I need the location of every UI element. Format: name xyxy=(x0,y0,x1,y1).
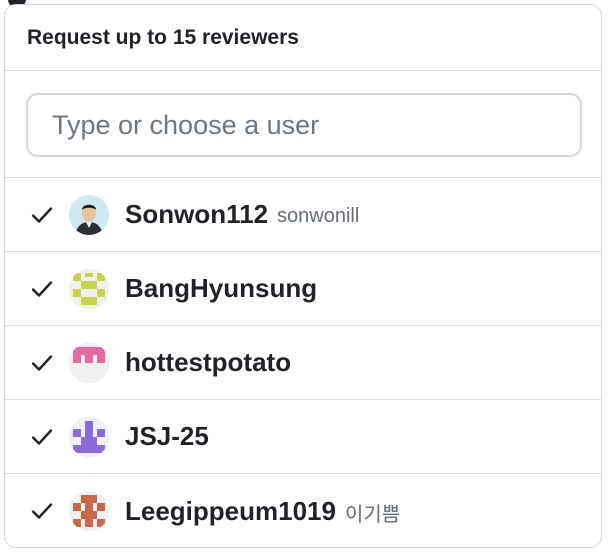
identicon-icon xyxy=(69,416,109,457)
reviewer-item-leegippeum1019[interactable]: Leegippeum1019 이기쁨 xyxy=(5,474,601,547)
reviewer-login: hottestpotato xyxy=(125,347,292,377)
reviewer-login: JSJ-25 xyxy=(125,421,209,451)
check-icon xyxy=(29,424,55,450)
reviewer-item-hottestpotato[interactable]: hottestpotato xyxy=(5,326,601,400)
check-icon xyxy=(29,202,55,228)
reviewer-name: 이기쁨 xyxy=(344,504,401,526)
user-search-input[interactable] xyxy=(26,93,582,157)
popover-title: Request up to 15 reviewers xyxy=(27,25,299,49)
filter-section xyxy=(5,71,601,178)
check-icon xyxy=(29,498,55,524)
reviewer-item-jsj-25[interactable]: JSJ-25 xyxy=(5,400,601,474)
reviewers-popover: Request up to 15 reviewers Sonwon112 son… xyxy=(4,4,602,548)
reviewer-name: sonwonill xyxy=(277,204,360,227)
avatar xyxy=(69,194,109,235)
reviewer-login: Sonwon112 xyxy=(125,199,269,229)
identicon-icon xyxy=(69,342,109,383)
reviewer-item-sonwon112[interactable]: Sonwon112 sonwonill xyxy=(5,178,601,252)
identicon-icon xyxy=(69,268,109,309)
reviewer-list: Sonwon112 sonwonill BangHyunsung hottest… xyxy=(5,178,601,547)
check-icon xyxy=(29,276,55,302)
reviewer-login: BangHyunsung xyxy=(125,273,318,303)
popover-header: Request up to 15 reviewers xyxy=(5,5,601,71)
reviewer-login: Leegippeum1019 xyxy=(125,495,336,526)
check-icon xyxy=(29,350,55,376)
identicon-icon xyxy=(69,491,109,531)
reviewer-item-banghyunsung[interactable]: BangHyunsung xyxy=(5,252,601,326)
